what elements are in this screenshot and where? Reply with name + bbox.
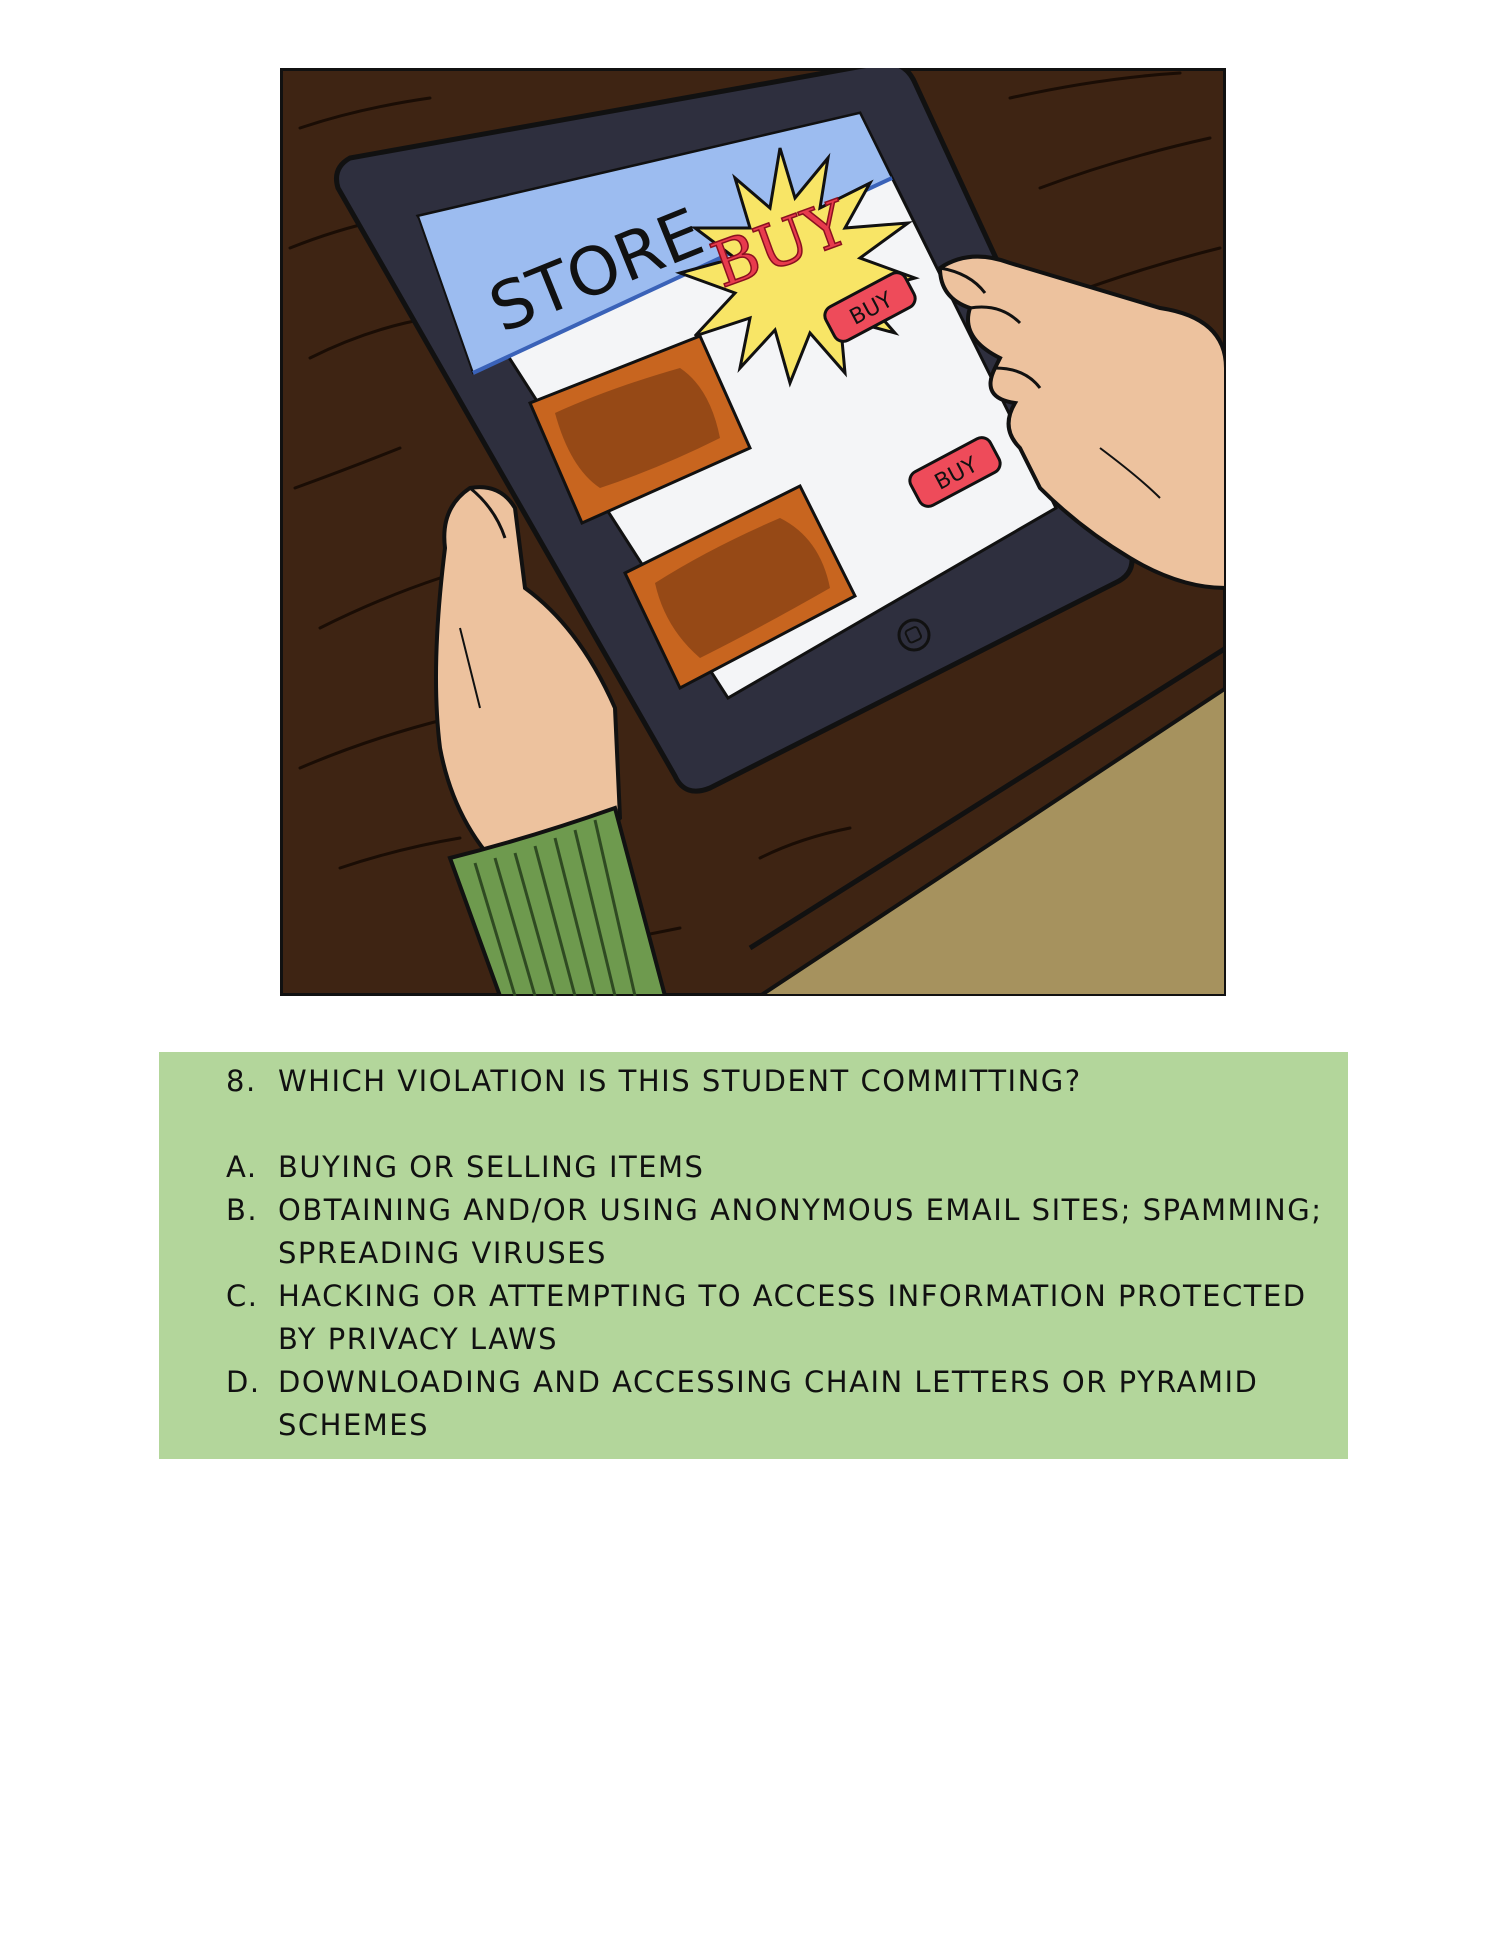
quiz-panel: 8. WHICH VIOLATION IS THIS STUDENT COMMI… xyxy=(159,1052,1348,1459)
option-marker: A. xyxy=(226,1150,258,1184)
option-text: OBTAINING AND/OR USING ANONYMOUS EMAIL S… xyxy=(278,1193,1323,1270)
answer-option-d[interactable]: D. DOWNLOADING AND ACCESSING CHAIN LETTE… xyxy=(226,1361,1326,1447)
answer-option-c[interactable]: C. HACKING OR ATTEMPTING TO ACCESS INFOR… xyxy=(226,1275,1326,1361)
question-text: WHICH VIOLATION IS THIS STUDENT COMMITTI… xyxy=(278,1064,1082,1098)
option-text: BUYING OR SELLING ITEMS xyxy=(278,1150,705,1184)
quiz-question-block: 8. WHICH VIOLATION IS THIS STUDENT COMMI… xyxy=(226,1060,1326,1447)
question-number: 8. xyxy=(226,1064,257,1098)
option-text: HACKING OR ATTEMPTING TO ACCESS INFORMAT… xyxy=(278,1279,1307,1356)
option-marker: D. xyxy=(226,1365,261,1399)
answer-option-b[interactable]: B. OBTAINING AND/OR USING ANONYMOUS EMAI… xyxy=(226,1189,1326,1275)
option-marker: C. xyxy=(226,1279,259,1313)
question-row: 8. WHICH VIOLATION IS THIS STUDENT COMMI… xyxy=(226,1060,1326,1103)
option-marker: B. xyxy=(226,1193,259,1227)
comic-illustration: STORE BUY BUY BUY xyxy=(280,68,1226,996)
option-text: DOWNLOADING AND ACCESSING CHAIN LETTERS … xyxy=(278,1365,1259,1442)
answer-option-a[interactable]: A. BUYING OR SELLING ITEMS xyxy=(226,1146,1326,1189)
